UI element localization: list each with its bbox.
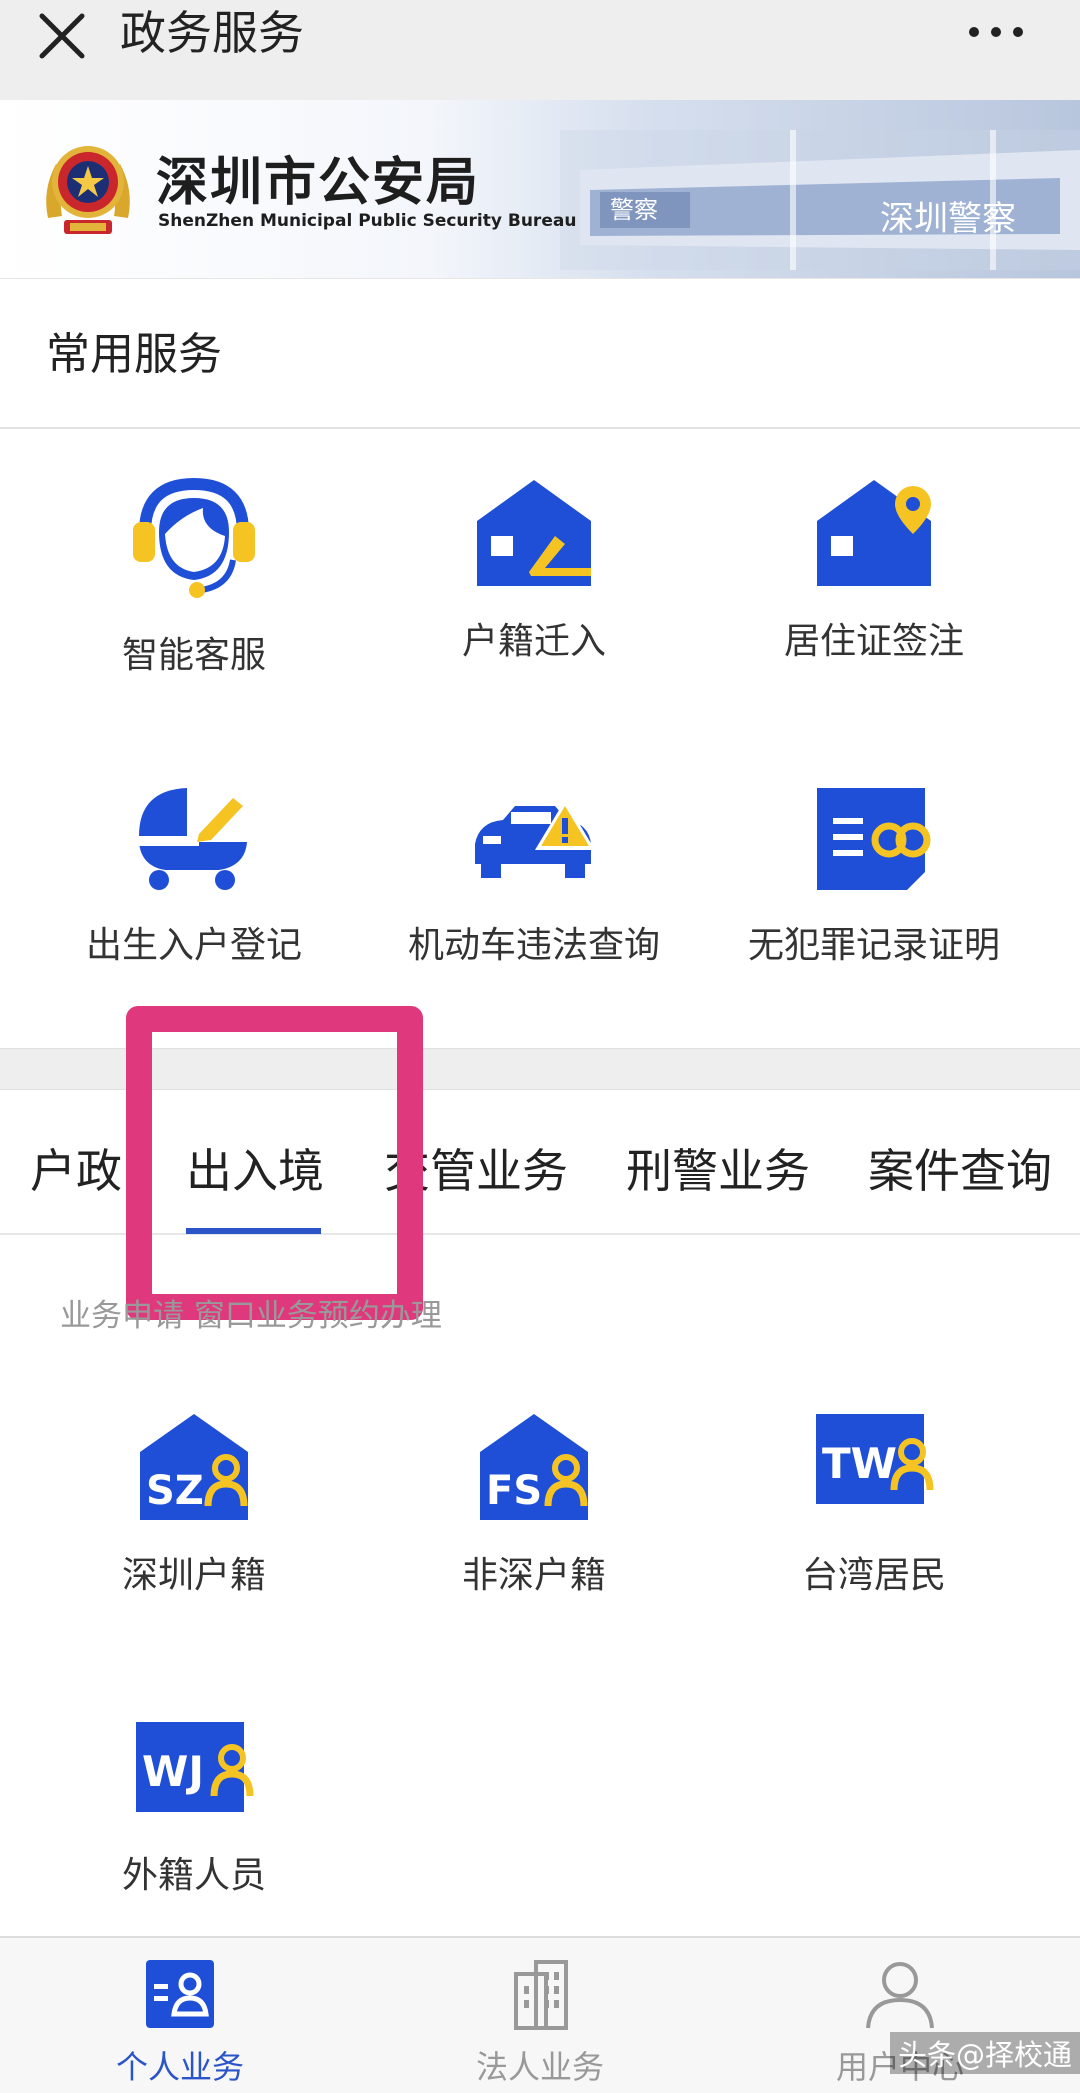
service-label: 出生入户登记 [85, 925, 302, 966]
wj-card-person-icon: WJ [136, 1722, 254, 1812]
tw-card-person-icon: TW [816, 1414, 934, 1504]
sub-category-links[interactable]: 业务申请 窗口业务预约办理 [60, 1290, 442, 1335]
common-services-title: 常用服务 [46, 329, 222, 380]
badge-text: FS [486, 1468, 542, 1514]
service-non-shenzhen-hukou[interactable]: FS 非深户籍 [364, 1412, 704, 1598]
badge-text: TW [822, 1439, 897, 1488]
customer-service-headset-icon [133, 477, 255, 598]
bottom-tab-label: 法人业务 [475, 2048, 604, 2086]
service-residence-permit[interactable]: 居住证签注 [704, 476, 1044, 664]
car-warning-icon [475, 800, 595, 878]
police-emblem-logo [46, 146, 130, 234]
close-icon[interactable] [28, 6, 98, 76]
bureau-title-cn: 深圳市公安局 [156, 153, 481, 213]
service-smart-customer-service[interactable]: 智能客服 [24, 476, 364, 678]
police-station-wall-image: 警察 深圳警察 [560, 130, 1080, 270]
badge-text: SZ [146, 1468, 204, 1514]
wall-text-1: 警察 [610, 196, 658, 224]
service-household-move-in[interactable]: 户籍迁入 [364, 476, 704, 664]
service-label: 深圳户籍 [121, 1555, 266, 1596]
source-watermark: 头条@择校通 [890, 2032, 1080, 2074]
service-label: 无犯罪记录证明 [747, 925, 1000, 966]
sz-house-person-icon: SZ [140, 1414, 248, 1520]
service-label: 机动车违法查询 [407, 925, 660, 966]
house-location-pin-icon [817, 480, 931, 586]
service-taiwan-residents[interactable]: TW 台湾居民 [704, 1412, 1044, 1598]
service-label: 居住证签注 [783, 621, 964, 662]
more-options-icon[interactable] [962, 10, 1032, 60]
page-title: 政务服务 [120, 6, 304, 60]
service-shenzhen-hukou[interactable]: SZ 深圳户籍 [24, 1412, 364, 1598]
service-label: 外籍人员 [121, 1855, 266, 1896]
baby-stroller-icon [139, 788, 247, 890]
tab-criminal-police[interactable]: 刑警业务 [626, 1135, 810, 1201]
highlight-annotation-box [126, 1006, 423, 1320]
house-move-in-icon [477, 480, 591, 586]
service-no-criminal-record[interactable]: 无犯罪记录证明 [704, 784, 1044, 968]
fs-house-person-icon: FS [480, 1414, 588, 1520]
user-icon [866, 1962, 934, 2029]
bottom-tab-personal[interactable]: 个人业务 [30, 1956, 330, 2088]
bureau-title-en: ShenZhen Municipal Public Security Burea… [158, 211, 577, 231]
service-vehicle-violation-query[interactable]: 机动车违法查询 [364, 784, 704, 968]
personal-business-icon [146, 1960, 214, 2028]
bottom-tab-label: 个人业务 [115, 2048, 244, 2086]
tab-household[interactable]: 户政 [30, 1135, 122, 1201]
building-icon [514, 1960, 568, 2030]
tab-case-query[interactable]: 案件查询 [868, 1135, 1052, 1201]
service-label: 非深户籍 [461, 1555, 606, 1596]
badge-text: WJ [142, 1747, 204, 1796]
service-foreign-nationals[interactable]: WJ 外籍人员 [24, 1712, 364, 1898]
service-label: 智能客服 [121, 635, 266, 676]
service-birth-registration[interactable]: 出生入户登记 [24, 784, 364, 968]
bottom-tab-corporate[interactable]: 法人业务 [390, 1956, 690, 2088]
service-label: 户籍迁入 [461, 621, 606, 662]
document-handcuffs-icon [817, 788, 931, 890]
service-label: 台湾居民 [801, 1555, 946, 1596]
